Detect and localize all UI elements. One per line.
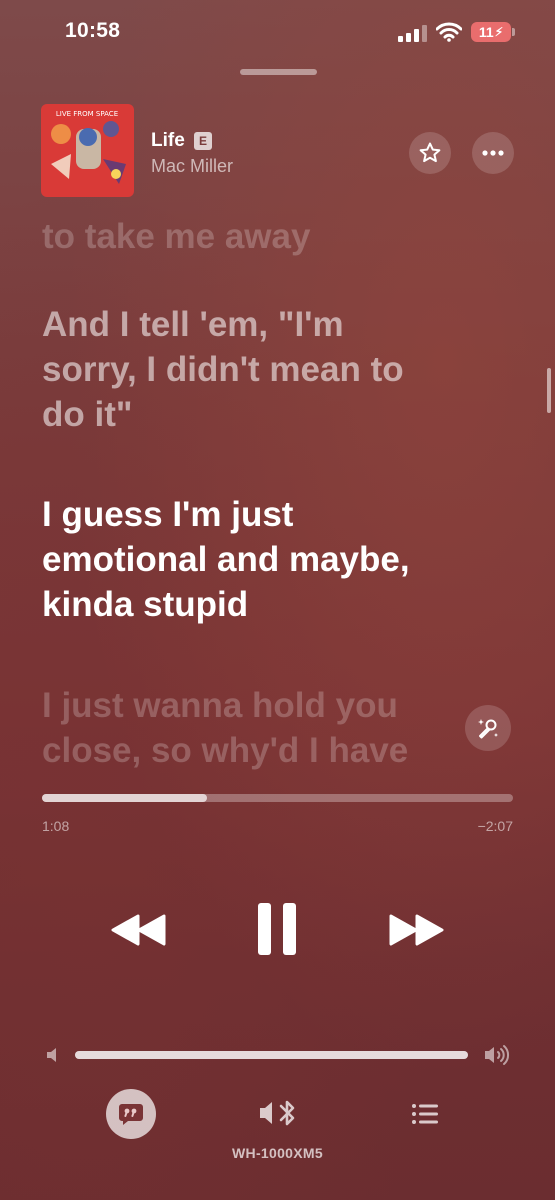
rewind-button[interactable]	[111, 912, 167, 948]
lyric-line-previous[interactable]: to take me away	[42, 214, 512, 259]
lyrics-scrollbar[interactable]	[547, 368, 551, 413]
sheet-grabber[interactable]	[240, 69, 317, 75]
charging-bolt-icon: ⚡︎	[494, 25, 504, 39]
favorite-button[interactable]	[409, 132, 451, 174]
lyric-text: And I tell 'em, "I'm	[42, 305, 344, 344]
star-icon	[419, 142, 441, 163]
lyric-text: I just wanna hold you	[42, 686, 398, 725]
volume-high-icon	[485, 1045, 510, 1065]
lyric-text: close, so why'd I have	[42, 731, 409, 770]
pause-button[interactable]	[256, 902, 298, 956]
lyric-text: kinda stupid	[42, 585, 249, 624]
volume-slider-fill	[75, 1051, 468, 1059]
lyric-line-current[interactable]: I guess I'm just emotional and maybe, ki…	[42, 492, 512, 627]
lyric-text: do it"	[42, 395, 133, 434]
explicit-badge: E	[194, 132, 212, 150]
lyric-text: emotional and maybe,	[42, 540, 410, 579]
more-icon	[482, 150, 504, 156]
album-artwork[interactable]: LIVE FROM SPACE	[41, 104, 134, 197]
volume-slider[interactable]	[75, 1051, 468, 1059]
lyrics-quote-icon	[119, 1104, 143, 1125]
lyrics-button[interactable]	[106, 1089, 156, 1139]
lyric-line-past[interactable]: And I tell 'em, "I'm sorry, I didn't mea…	[42, 302, 512, 437]
elapsed-time: 1:08	[42, 818, 70, 834]
lyric-text: I guess I'm just	[42, 495, 294, 534]
sing-button[interactable]	[465, 705, 511, 751]
lyric-line-upcoming[interactable]: I just wanna hold you close, so why'd I …	[42, 683, 512, 775]
volume-low-icon	[47, 1048, 56, 1062]
bluetooth-speaker-icon[interactable]	[257, 1098, 299, 1128]
more-options-button[interactable]	[472, 132, 514, 174]
lyric-text: sorry, I didn't mean to	[42, 350, 404, 389]
cellular-signal-icon	[398, 25, 427, 42]
song-title[interactable]: Life	[151, 130, 185, 152]
status-time: 10:58	[65, 19, 121, 42]
wifi-icon	[436, 22, 462, 42]
artist-name[interactable]: Mac Miller	[151, 156, 233, 177]
lyric-text: to take me away	[42, 217, 311, 256]
fast-forward-button[interactable]	[388, 912, 444, 948]
battery-nub	[512, 28, 515, 36]
battery-level: 11	[478, 24, 494, 40]
playback-progress-fill	[42, 794, 207, 802]
output-device-name: WH-1000XM5	[232, 1145, 323, 1161]
microphone-sparkle-icon	[478, 719, 498, 739]
queue-list-icon[interactable]	[410, 1101, 440, 1127]
remaining-time: −2:07	[477, 818, 513, 834]
battery-indicator: 11 ⚡︎	[471, 22, 511, 42]
album-artwork-image: LIVE FROM SPACE	[41, 104, 134, 197]
svg-text:LIVE FROM SPACE: LIVE FROM SPACE	[56, 110, 118, 118]
playback-progress-bar[interactable]	[42, 794, 513, 802]
